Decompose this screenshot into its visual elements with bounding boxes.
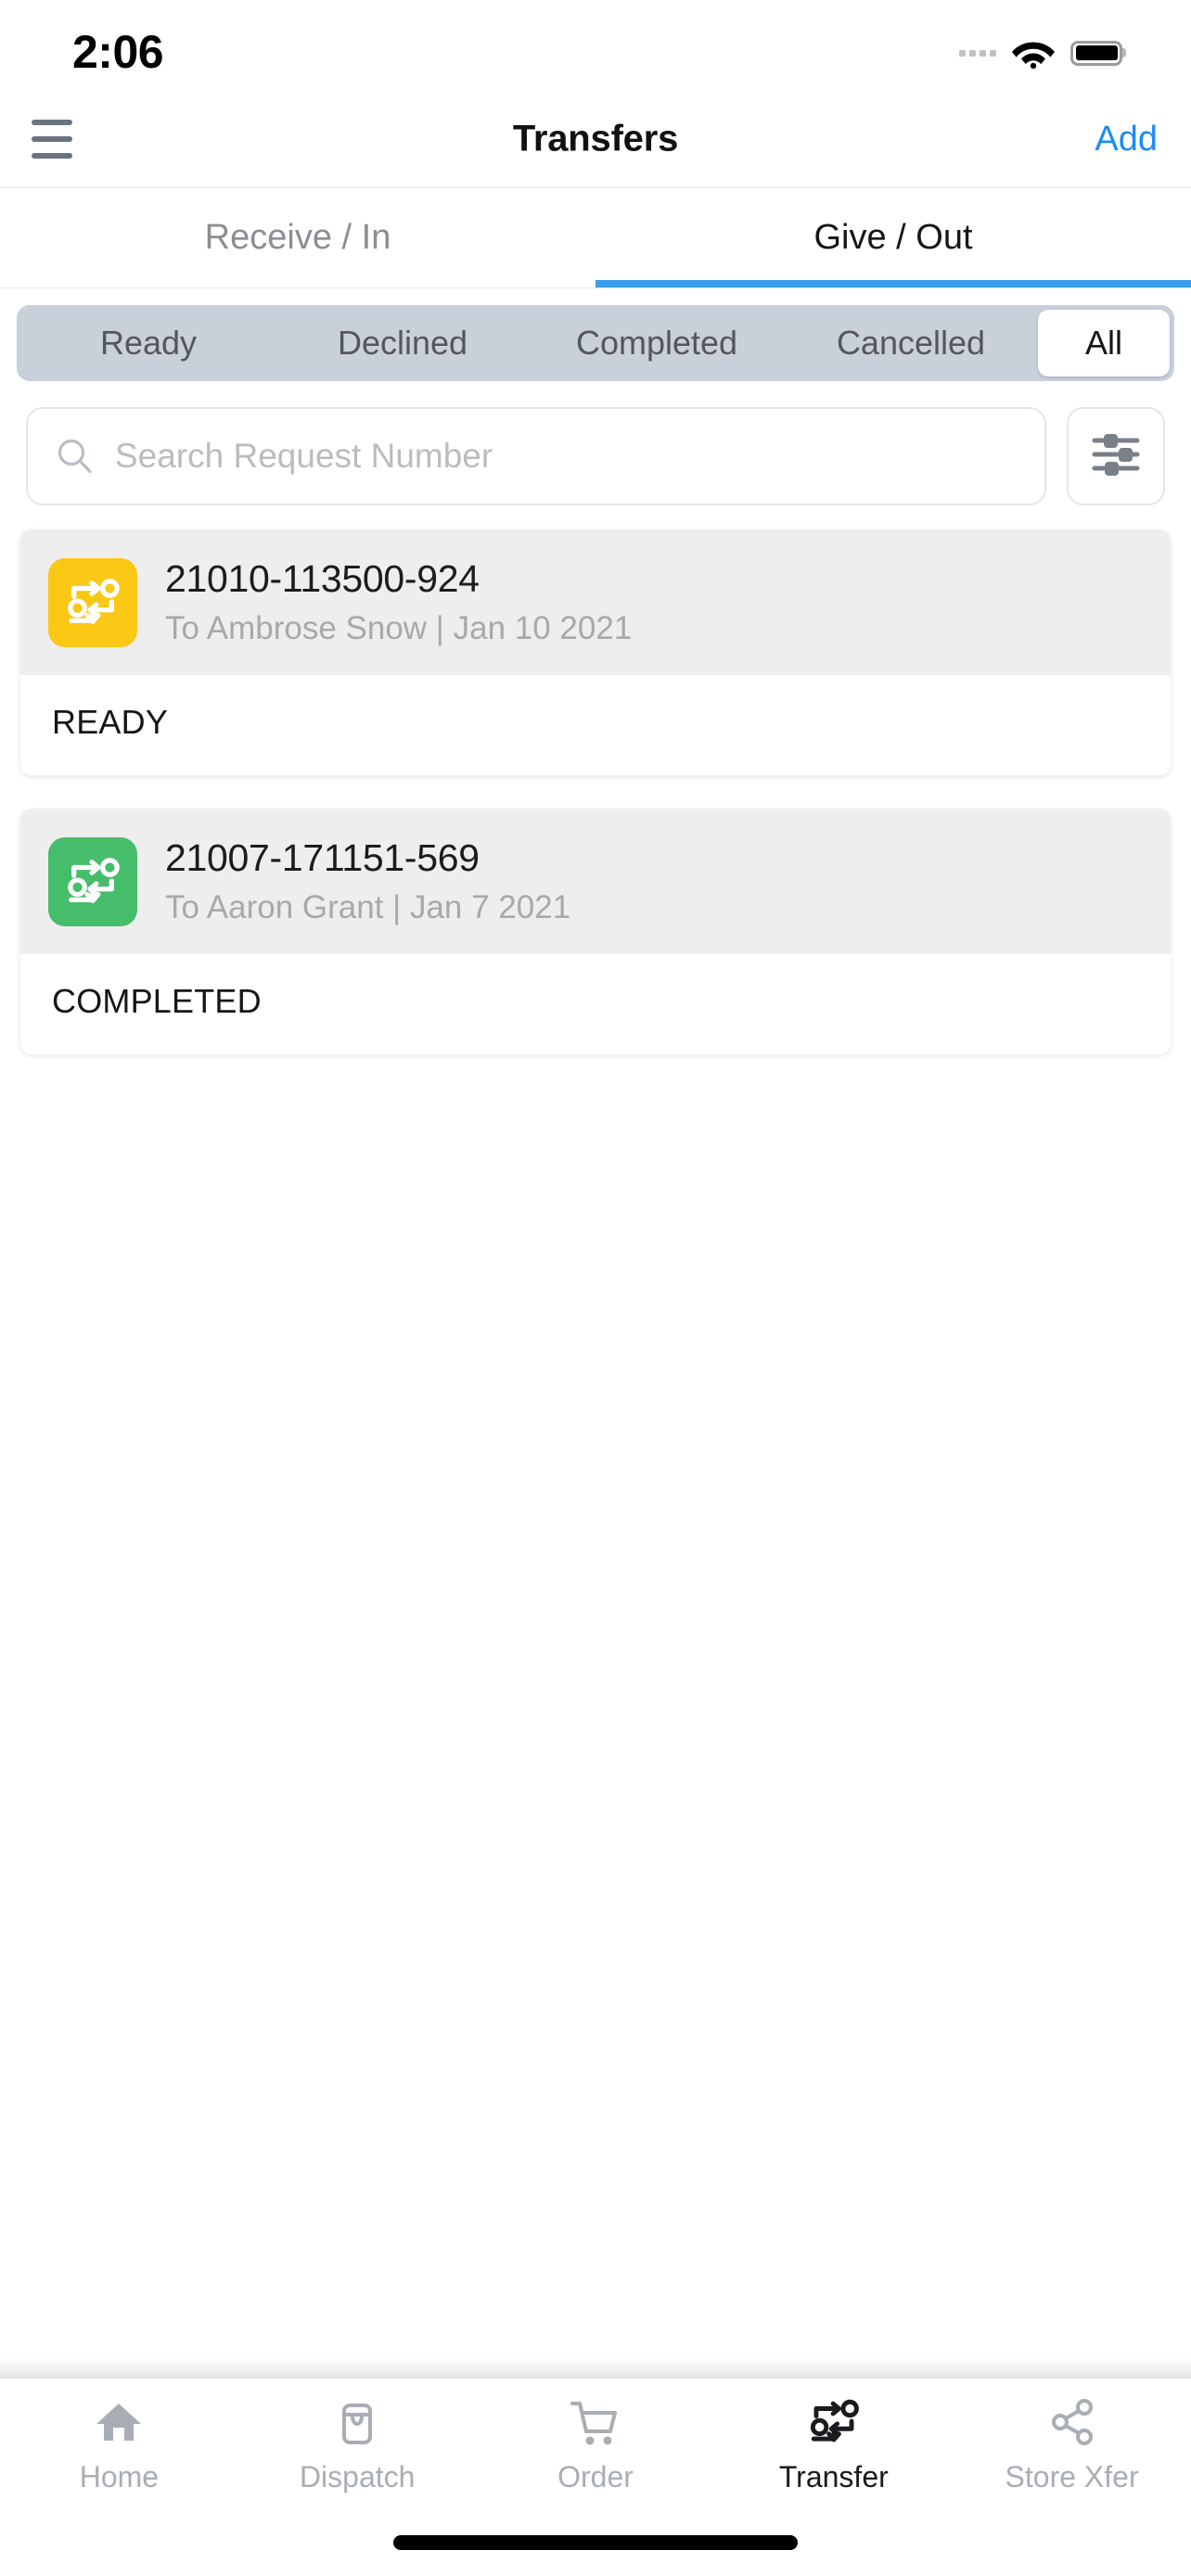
tab-receive-in-label: Receive / In <box>204 218 391 257</box>
transfer-icon <box>68 857 120 903</box>
shopping-cart-icon <box>569 2393 622 2451</box>
transfer-card-header: 21010-113500-924 To Ambrose Snow | Jan 1… <box>20 529 1171 675</box>
hamburger-menu-icon[interactable] <box>19 110 82 168</box>
transfer-status-badge <box>48 557 137 647</box>
dispatch-bag-icon <box>331 2393 383 2451</box>
filter-completed[interactable]: Completed <box>530 310 784 376</box>
bottom-nav-item-dispatch[interactable]: Dispatch <box>238 2393 477 2494</box>
tab-give-out-label: Give / Out <box>813 218 973 257</box>
transfer-request-number: 21007-171151-569 <box>165 836 480 879</box>
transfer-status-badge <box>48 836 137 926</box>
filter-cancelled[interactable]: Cancelled <box>784 310 1038 376</box>
filter-declined-label: Declined <box>337 324 468 362</box>
share-nodes-icon <box>1046 2393 1098 2451</box>
home-icon <box>93 2393 145 2451</box>
filter-declined[interactable]: Declined <box>275 310 530 376</box>
bottom-nav-label-order: Order <box>557 2460 634 2493</box>
filter-button[interactable] <box>1067 407 1165 505</box>
filter-ready[interactable]: Ready <box>21 310 275 376</box>
bottom-nav-label-store-xfer: Store Xfer <box>1005 2460 1139 2493</box>
battery-full-icon <box>1070 40 1122 66</box>
transfer-status-label: COMPLETED <box>20 954 1171 1054</box>
bottom-nav-item-store-xfer[interactable]: Store Xfer <box>953 2393 1191 2494</box>
filter-completed-label: Completed <box>575 324 738 362</box>
nav-bar: Transfers Add <box>0 91 1191 188</box>
transfer-card-text: 21010-113500-924 To Ambrose Snow | Jan 1… <box>165 557 632 647</box>
transfer-recipient-date: To Ambrose Snow | Jan 10 2021 <box>165 610 633 646</box>
status-bar-indicators <box>959 37 1122 70</box>
filter-ready-label: Ready <box>99 324 198 362</box>
bottom-nav-label-transfer: Transfer <box>778 2460 889 2493</box>
bottom-nav-shadow <box>0 2357 1191 2378</box>
signal-dots-icon <box>959 49 996 57</box>
transfer-icon <box>807 2393 861 2451</box>
status-bar: 2:06 <box>0 0 1191 91</box>
transfer-status-label: READY <box>20 675 1171 775</box>
transfer-card-text: 21007-171151-569 To Aaron Grant | Jan 7 … <box>165 836 570 926</box>
add-button[interactable]: Add <box>1095 120 1158 159</box>
transfer-icon <box>68 578 120 624</box>
tab-give-out[interactable]: Give / Out <box>596 188 1191 287</box>
status-bar-time: 2:06 <box>72 26 164 78</box>
bottom-nav-item-order[interactable]: Order <box>477 2393 715 2494</box>
search-input[interactable] <box>115 437 1017 476</box>
filter-all[interactable]: All <box>1038 310 1170 376</box>
transfer-request-number: 21010-113500-924 <box>165 557 480 600</box>
direction-tabs: Receive / In Give / Out <box>0 188 1191 288</box>
transfer-card-header: 21007-171151-569 To Aaron Grant | Jan 7 … <box>20 809 1171 954</box>
status-filter-bar: Ready Declined Completed Cancelled All <box>0 288 1191 381</box>
bottom-nav-item-transfer[interactable]: Transfer <box>714 2393 953 2494</box>
transfer-card[interactable]: 21007-171151-569 To Aaron Grant | Jan 7 … <box>20 809 1171 1054</box>
filter-cancelled-label: Cancelled <box>836 324 986 362</box>
search-box[interactable] <box>26 407 1046 505</box>
bottom-navigation: Home Dispatch Order Transfer Store Xfer <box>0 2378 1191 2517</box>
transfer-list: 21010-113500-924 To Ambrose Snow | Jan 1… <box>0 505 1191 1088</box>
filter-all-label: All <box>1084 324 1122 362</box>
content-spacer <box>0 1088 1191 2357</box>
home-indicator-area <box>0 2517 1191 2576</box>
search-row <box>0 381 1191 505</box>
bottom-nav-item-home[interactable]: Home <box>0 2393 238 2494</box>
page-title: Transfers <box>512 118 679 159</box>
tab-active-indicator <box>596 280 1191 287</box>
status-filter-segmented-control: Ready Declined Completed Cancelled All <box>17 305 1174 381</box>
transfer-card[interactable]: 21010-113500-924 To Ambrose Snow | Jan 1… <box>20 529 1171 775</box>
app-shell: 2:06 Transfers Add Receive / In Give / O… <box>0 0 1191 2576</box>
bottom-nav-label-home: Home <box>79 2460 160 2493</box>
home-indicator[interactable] <box>393 2535 798 2550</box>
transfer-recipient-date: To Aaron Grant | Jan 7 2021 <box>165 889 571 925</box>
wifi-icon <box>1012 37 1055 70</box>
sliders-filter-icon <box>1090 430 1142 483</box>
bottom-nav-label-dispatch: Dispatch <box>299 2460 416 2493</box>
tab-receive-in[interactable]: Receive / In <box>0 188 596 287</box>
search-icon <box>56 437 95 476</box>
